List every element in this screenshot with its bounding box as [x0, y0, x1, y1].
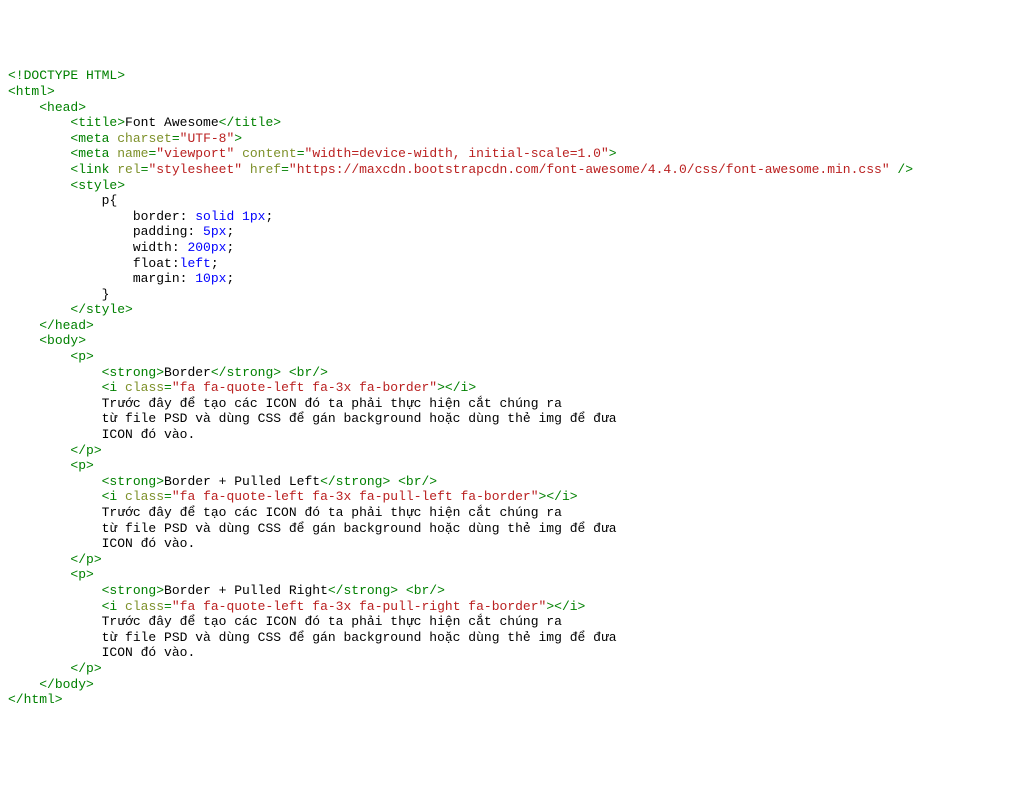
- p-close-3: </p>: [70, 661, 101, 676]
- section-2-title: Border + Pulled Left: [164, 474, 320, 489]
- para-line-1c: ICON đó vào.: [102, 427, 196, 442]
- style-close: </style>: [70, 302, 132, 317]
- p-open-3: <p>: [70, 567, 93, 582]
- css-width-prop: width:: [133, 240, 188, 255]
- para-line-3a: Trước đây để tạo các ICON đó ta phải thự…: [102, 614, 562, 629]
- val-viewport-name: "viewport": [156, 146, 234, 161]
- section-1-class: "fa fa-quote-left fa-3x fa-border": [172, 380, 437, 395]
- para-line-3c: ICON đó vào.: [102, 645, 196, 660]
- p-open-2: <p>: [70, 458, 93, 473]
- link-open: <link: [70, 162, 109, 177]
- style-open: <style>: [70, 178, 125, 193]
- section-3-class: "fa fa-quote-left fa-3x fa-pull-right fa…: [172, 599, 546, 614]
- para-line-3b: từ file PSD và dùng CSS để gán backgroun…: [102, 630, 617, 645]
- para-line-1b: từ file PSD và dùng CSS để gán backgroun…: [102, 411, 617, 426]
- css-padding-val: 5px: [203, 224, 226, 239]
- attr-rel: rel: [109, 162, 140, 177]
- attr-content: content: [234, 146, 296, 161]
- val-viewport-content: "width=device-width, initial-scale=1.0": [305, 146, 609, 161]
- p-open-1: <p>: [70, 349, 93, 364]
- title-close: </title>: [219, 115, 281, 130]
- body-open: <body>: [39, 333, 86, 348]
- para-line-1a: Trước đây để tạo các ICON đó ta phải thự…: [102, 396, 562, 411]
- attr-href: href: [242, 162, 281, 177]
- head-open-tag: <head>: [39, 100, 86, 115]
- meta-viewport-open: <meta: [70, 146, 109, 161]
- section-3-title: Border + Pulled Right: [164, 583, 328, 598]
- html-close: </html>: [8, 692, 63, 707]
- val-charset: "UTF-8": [180, 131, 235, 146]
- para-line-2b: từ file PSD và dùng CSS để gán backgroun…: [102, 521, 617, 536]
- para-line-2a: Trước đây để tạo các ICON đó ta phải thự…: [102, 505, 562, 520]
- css-width-val: 200px: [187, 240, 226, 255]
- css-float-prop: float:: [133, 256, 180, 271]
- para-line-2c: ICON đó vào.: [102, 536, 196, 551]
- attr-name: name: [109, 146, 148, 161]
- section-1-title: Border: [164, 365, 211, 380]
- meta-charset-open: <meta: [70, 131, 109, 146]
- css-margin-prop: margin:: [133, 271, 195, 286]
- html-open-tag: <html>: [8, 84, 55, 99]
- body-close: </body>: [39, 677, 94, 692]
- val-rel: "stylesheet": [148, 162, 242, 177]
- css-margin-val: 10px: [195, 271, 226, 286]
- p-close-2: </p>: [70, 552, 101, 567]
- section-2-class: "fa fa-quote-left fa-3x fa-pull-left fa-…: [172, 489, 539, 504]
- css-padding-prop: padding:: [133, 224, 203, 239]
- css-border-prop: border:: [133, 209, 195, 224]
- attr-charset: charset: [109, 131, 171, 146]
- title-text: Font Awesome: [125, 115, 219, 130]
- val-href: "https://maxcdn.bootstrapcdn.com/font-aw…: [289, 162, 890, 177]
- css-border-val: solid 1px: [195, 209, 265, 224]
- head-close: </head>: [39, 318, 94, 333]
- doctype-tag: <!DOCTYPE HTML>: [8, 68, 125, 83]
- code-block: <!DOCTYPE HTML> <html> <head> <title>Fon…: [8, 68, 1016, 707]
- css-float-val: left: [180, 256, 211, 271]
- p-close-1: </p>: [70, 443, 101, 458]
- title-open: <title>: [70, 115, 125, 130]
